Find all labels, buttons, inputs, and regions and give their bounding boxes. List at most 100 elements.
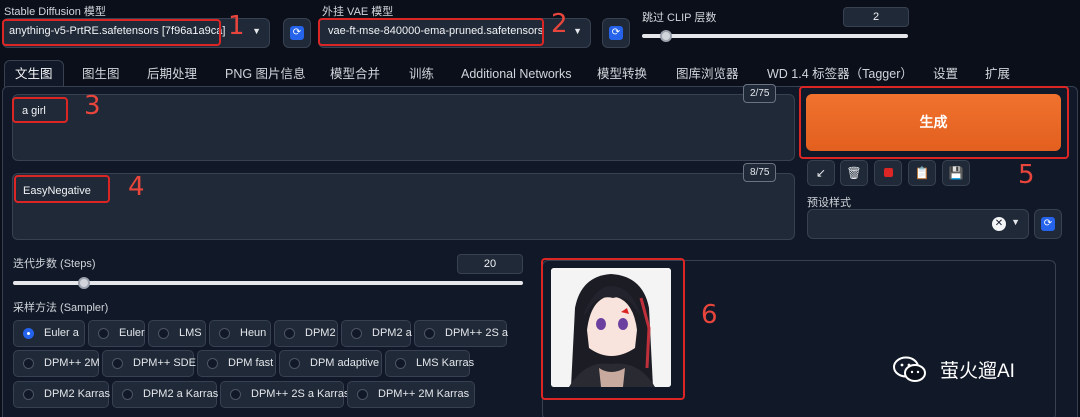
clipboard-icon[interactable]: 📋 (908, 160, 936, 186)
chevron-down-icon: ▼ (573, 26, 582, 36)
annotation-5: 5 (1018, 160, 1035, 190)
tab-train[interactable]: 训练 (409, 63, 434, 87)
refresh-icon: ⟳ (1041, 217, 1055, 231)
tab-model-convert[interactable]: 模型转换 (597, 63, 647, 87)
refresh-icon: ⟳ (290, 26, 304, 40)
sampler-option-label: DPM++ 2M (44, 357, 100, 369)
sampler-option-dpm2-a[interactable]: DPM2 a (341, 320, 412, 347)
sampler-option-label: Euler a (44, 327, 79, 339)
sampler-option-label: DPM++ 2S a Karras (251, 388, 350, 400)
radio-icon (23, 358, 34, 369)
radio-icon (219, 328, 230, 339)
chevron-down-icon: ▼ (1011, 217, 1020, 227)
sampler-option-dpm-2s-a[interactable]: DPM++ 2S a (414, 320, 508, 347)
anime-girl-portrait (551, 268, 671, 387)
radio-icon (289, 358, 300, 369)
clip-skip-slider[interactable] (642, 34, 908, 38)
radio-icon (207, 358, 218, 369)
tab-merge[interactable]: 模型合并 (330, 63, 380, 87)
tab-img2img[interactable]: 图生图 (82, 63, 120, 87)
tab-txt2img[interactable]: 文生图 (4, 60, 64, 87)
prompt-input[interactable]: a girl (12, 94, 795, 161)
radio-icon (395, 358, 406, 369)
tab-extras[interactable]: 后期处理 (147, 63, 197, 87)
radio-icon (357, 389, 368, 400)
clear-icon[interactable]: ✕ (992, 217, 1006, 231)
vae-label: 外挂 VAE 模型 (322, 6, 394, 18)
sampler-option-lms-karras[interactable]: LMS Karras (385, 350, 474, 377)
sampler-option-dpm2-a-karras[interactable]: DPM2 a Karras (112, 381, 219, 408)
sampler-option-label: DPM2 a Karras (143, 388, 219, 400)
annotation-3: 3 (84, 91, 101, 121)
sampler-option-dpm-adaptive[interactable]: DPM adaptive (279, 350, 382, 377)
steps-label: 迭代步数 (Steps) (13, 258, 96, 270)
sampler-option-label: DPM2 a (372, 327, 412, 339)
model-refresh-button[interactable]: ⟳ (283, 18, 311, 48)
sampler-option-euler[interactable]: Euler (88, 320, 145, 347)
radio-icon (23, 328, 34, 339)
sampler-option-euler-a[interactable]: Euler a (13, 320, 85, 347)
sampler-option-label: DPM2 (305, 327, 336, 339)
radio-icon (112, 358, 123, 369)
vae-refresh-button[interactable]: ⟳ (602, 18, 630, 48)
tab-tagger[interactable]: WD 1.4 标签器（Tagger） (767, 63, 913, 87)
styles-refresh-button[interactable]: ⟳ (1034, 209, 1062, 239)
model-label: Stable Diffusion 模型 (4, 6, 106, 18)
arrow-icon[interactable]: ↙ (807, 160, 835, 186)
sampler-option-label: DPM++ 2S a (445, 327, 508, 339)
generated-image[interactable] (551, 268, 671, 387)
sampler-option-label: DPM++ 2M Karras (378, 388, 470, 400)
sampler-option-dpm2-karras[interactable]: DPM2 Karras (13, 381, 111, 408)
radio-icon (122, 389, 133, 400)
sampler-option-lms[interactable]: LMS (148, 320, 206, 347)
sampler-option-label: DPM adaptive (310, 357, 380, 369)
radio-icon (424, 328, 435, 339)
negative-token-counter: 8/75 (743, 163, 777, 182)
tab-png-info[interactable]: PNG 图片信息 (225, 63, 306, 87)
wechat-icon (893, 356, 927, 383)
radio-icon (23, 389, 34, 400)
sampler-option-label: Euler (119, 327, 145, 339)
sampler-option-dpm-2s-a-karras[interactable]: DPM++ 2S a Karras (220, 381, 349, 408)
card-icon[interactable] (874, 160, 902, 186)
sampler-option-dpm-2m-karras[interactable]: DPM++ 2M Karras (347, 381, 475, 408)
prompt-token-counter: 2/75 (743, 84, 777, 103)
generate-button[interactable]: 生成 (806, 94, 1061, 151)
sampler-option-dpm-fast[interactable]: DPM fast (197, 350, 276, 377)
radio-icon (230, 389, 241, 400)
sampler-option-label: DPM++ SDE (133, 357, 196, 369)
sampler-option-dpm-sde[interactable]: DPM++ SDE (102, 350, 196, 377)
styles-dropdown[interactable]: ✕ ▼ (807, 209, 1029, 239)
steps-input[interactable]: 20 (457, 254, 523, 274)
radio-icon (98, 328, 109, 339)
radio-icon (351, 328, 362, 339)
tab-image-browser[interactable]: 图库浏览器 (676, 63, 739, 87)
sampler-label: 采样方法 (Sampler) (13, 302, 109, 314)
chevron-down-icon: ▼ (252, 26, 261, 36)
sampler-option-dpm2[interactable]: DPM2 (274, 320, 338, 347)
annotation-2: 2 (551, 9, 568, 39)
clip-skip-input[interactable]: 2 (843, 7, 909, 27)
sampler-option-dpm-2m[interactable]: DPM++ 2M (13, 350, 100, 377)
tab-settings[interactable]: 设置 (933, 63, 958, 87)
clip-label: 跳过 CLIP 层数 (642, 12, 717, 24)
tab-additional-networks[interactable]: Additional Networks (461, 63, 571, 87)
highlight-box-1 (2, 19, 221, 46)
sampler-option-heun[interactable]: Heun (209, 320, 271, 347)
annotation-1: 1 (228, 11, 245, 41)
save-icon[interactable]: 💾 (942, 160, 970, 186)
sampler-option-label: DPM fast (228, 357, 274, 369)
highlight-box-2 (318, 18, 544, 46)
watermark-text: 萤火遛AI (940, 361, 1015, 382)
highlight-box-4 (14, 175, 110, 203)
sampler-option-label: DPM2 Karras (44, 388, 111, 400)
styles-label: 预设样式 (807, 197, 851, 209)
tab-extensions[interactable]: 扩展 (985, 63, 1010, 87)
sampler-option-label: LMS Karras (416, 357, 475, 369)
clip-skip-knob[interactable] (660, 30, 672, 42)
trash-icon[interactable]: 🗑 (840, 160, 868, 186)
annotation-4: 4 (128, 172, 145, 202)
highlight-box-3 (12, 97, 68, 123)
sampler-option-label: Heun (240, 327, 267, 339)
sampler-option-label: LMS (179, 327, 202, 339)
